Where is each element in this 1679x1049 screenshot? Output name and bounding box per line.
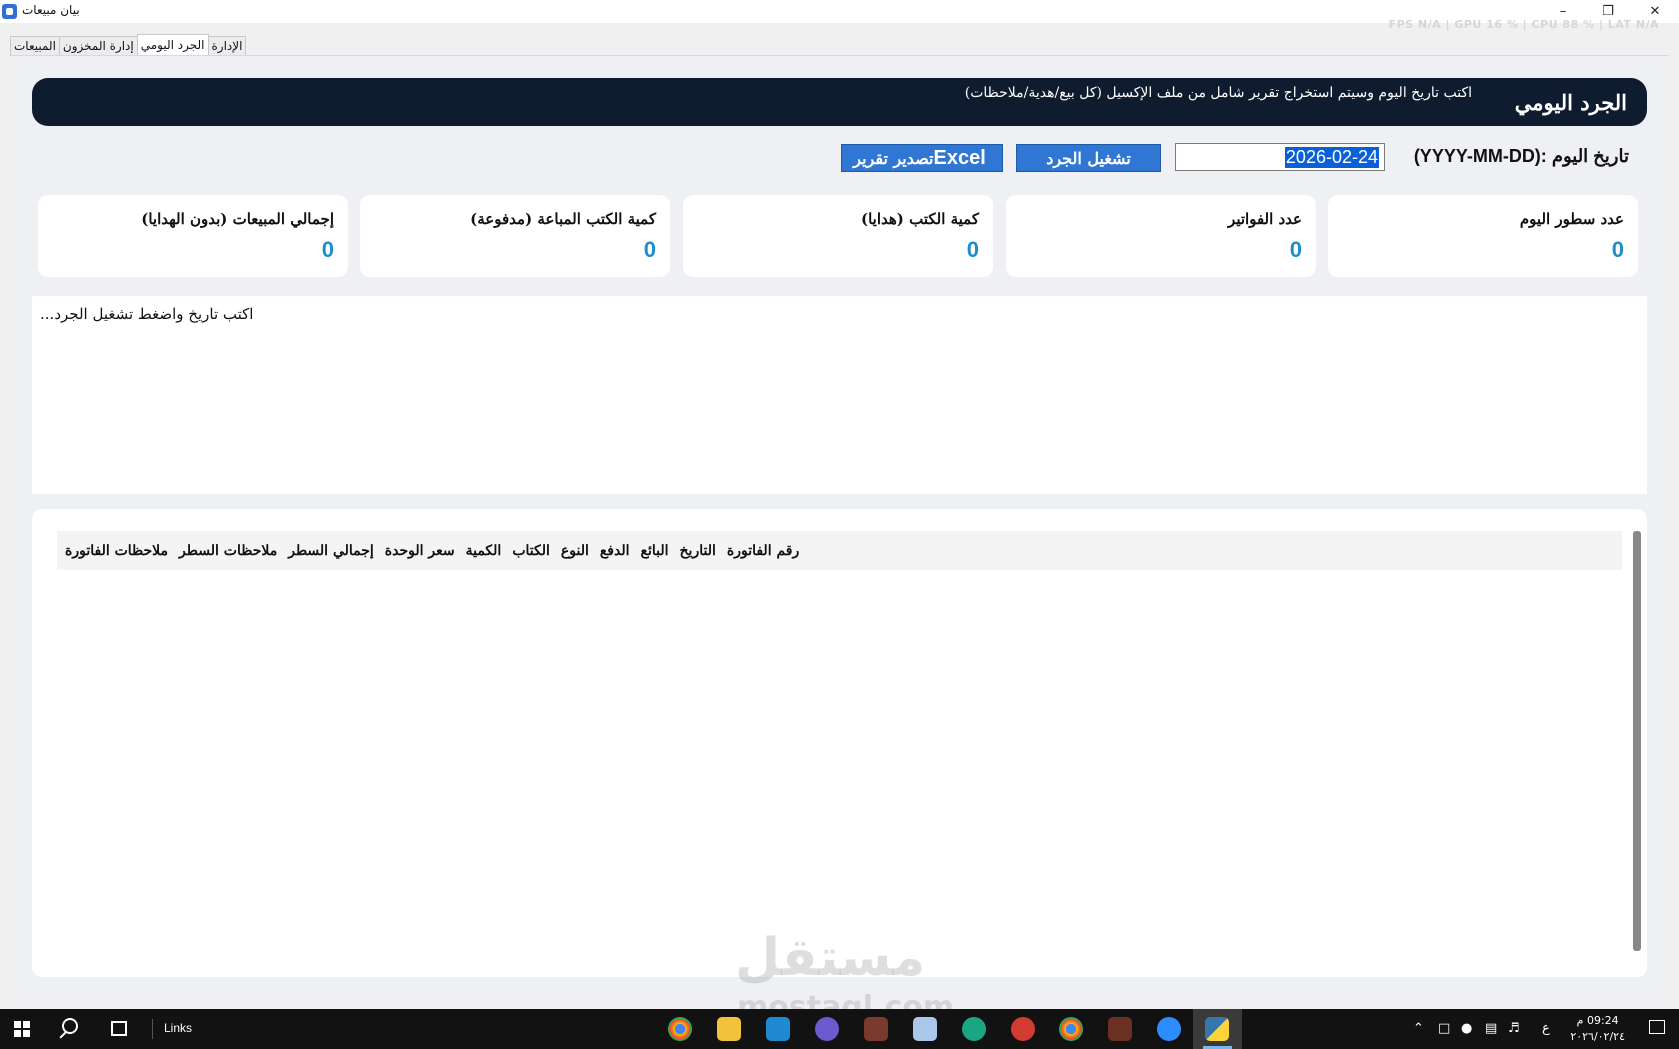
column-header[interactable]: سعر الوحدة [385, 543, 455, 559]
clock-time: 09:24 م [1576, 1014, 1619, 1027]
taskbar-divider [152, 1019, 153, 1039]
vpn-app-icon[interactable] [962, 1017, 986, 1041]
stat-value: 0 [1289, 237, 1302, 262]
stat-value: 0 [643, 237, 656, 262]
stat-card-total-sales: إجمالي المبيعات (بدون الهدايا) 0 [38, 195, 348, 277]
export-excel-word: Excel [933, 146, 986, 169]
meet-now-icon[interactable]: □ [1438, 1021, 1450, 1036]
window-title: بيان مبيعات [22, 3, 80, 17]
stat-card-day-rows: عدد سطور اليوم 0 [1328, 195, 1638, 277]
discord-icon[interactable] [815, 1017, 839, 1041]
stat-value: 0 [321, 237, 334, 262]
tab-inventory[interactable]: إدارة المخزون [58, 36, 138, 56]
column-header[interactable]: رقم الفاتورة [727, 543, 799, 559]
column-header[interactable]: النوع [561, 543, 589, 559]
network-icon[interactable]: ▤ [1485, 1021, 1497, 1036]
minimize-button[interactable]: – [1541, 0, 1585, 23]
column-header[interactable]: البائع [641, 543, 669, 559]
tab-admin[interactable]: الإدارة [207, 36, 247, 56]
stat-label: كمية الكتب المباعة (مدفوعة) [470, 210, 656, 228]
security-app-icon[interactable] [1011, 1017, 1035, 1041]
title-bar: بيان مبيعات FPS N/A | GPU 16 % | CPU 88 … [0, 0, 1679, 31]
stat-card-invoices: عدد الفواتير 0 [1006, 195, 1316, 277]
log-textarea[interactable]: ...اكتب تاريخ واضغط تشغيل الجرد [32, 296, 1647, 494]
file-explorer-icon[interactable] [717, 1017, 741, 1041]
tab-content: الجرد اليومي اكتب تاريخ اليوم وسيتم استخ… [11, 55, 1669, 1003]
stat-value: 0 [1611, 237, 1624, 262]
chrome-icon[interactable] [668, 1017, 692, 1041]
header-banner: الجرد اليومي اكتب تاريخ اليوم وسيتم استخ… [32, 78, 1647, 126]
column-header[interactable]: ملاحظات السطر [179, 543, 277, 559]
log-text: ...اكتب تاريخ واضغط تشغيل الجرد [40, 305, 254, 323]
column-header[interactable]: الكتاب [512, 543, 550, 559]
volume-icon[interactable]: ♬ [1508, 1021, 1520, 1036]
windows-start-icon[interactable] [14, 1021, 30, 1037]
report-table: رقم الفاتورة التاريخ البائع الدفع النوع … [32, 509, 1647, 977]
app-icon [2, 4, 17, 19]
date-input[interactable]: 2026-02-24 [1175, 143, 1385, 171]
stat-card-gift-books: كمية الكتب (هدايا) 0 [683, 195, 993, 277]
python-app-taskbar-item[interactable] [1193, 1009, 1242, 1049]
chevron-up-icon[interactable]: ⌃ [1413, 1021, 1424, 1036]
table-header: رقم الفاتورة التاريخ البائع الدفع النوع … [57, 531, 1622, 570]
vscode-icon[interactable] [766, 1017, 790, 1041]
stat-card-paid-books: كمية الكتب المباعة (مدفوعة) 0 [360, 195, 670, 277]
task-view-icon[interactable] [111, 1021, 127, 1036]
vertical-scrollbar[interactable] [1633, 531, 1641, 951]
tab-bar: المبيعات إدارة المخزون الجرد اليومي الإد… [10, 34, 247, 56]
zoom-icon[interactable] [1157, 1017, 1181, 1041]
game-app-2-icon[interactable] [1108, 1017, 1132, 1041]
date-input-value: 2026-02-24 [1284, 147, 1379, 168]
column-header[interactable]: الكمية [466, 543, 502, 559]
stat-label: عدد سطور اليوم [1519, 210, 1624, 228]
taskbar: Links ⌃ □ ● ▤ ♬ ع 09:24 م ٢٠٢٦/٠٢/٢٤ [0, 1009, 1679, 1049]
watermark-brand: مستقل [735, 928, 926, 988]
run-inventory-button[interactable]: تشغيل الجرد [1016, 144, 1161, 172]
stat-label: كمية الكتب (هدايا) [861, 210, 979, 228]
tab-sales[interactable]: المبيعات [10, 36, 60, 56]
stat-label: إجمالي المبيعات (بدون الهدايا) [141, 210, 334, 228]
search-icon[interactable] [62, 1018, 78, 1034]
date-label: (YYYY-MM-DD): تاريخ اليوم [1413, 146, 1629, 166]
clock-date: ٢٠٢٦/٠٢/٢٤ [1570, 1030, 1625, 1043]
tab-label: المبيعات [14, 39, 56, 53]
tab-label: إدارة المخزون [62, 39, 134, 53]
language-indicator[interactable]: ع [1542, 1021, 1550, 1036]
clock[interactable]: 09:24 م ٢٠٢٦/٠٢/٢٤ [1570, 1013, 1625, 1045]
column-header[interactable]: التاريخ [680, 543, 716, 559]
export-excel-button[interactable]: تصدير تقرير Excel [841, 144, 1003, 172]
stat-label: عدد الفواتير [1228, 210, 1302, 228]
close-button[interactable]: ✕ [1633, 0, 1677, 23]
column-header[interactable]: الدفع [600, 543, 630, 559]
links-toolbar[interactable]: Links [164, 1021, 192, 1035]
restore-button[interactable]: ❐ [1586, 0, 1630, 23]
game-app-icon[interactable] [864, 1017, 888, 1041]
notepad-icon[interactable] [913, 1017, 937, 1041]
microphone-icon[interactable]: ● [1461, 1021, 1472, 1036]
stat-value: 0 [966, 237, 979, 262]
tab-daily-inventory[interactable]: الجرد اليومي [136, 34, 209, 56]
column-header[interactable]: ملاحظات الفاتورة [65, 543, 168, 559]
run-inventory-label: تشغيل الجرد [1046, 148, 1131, 168]
page-subtitle: اكتب تاريخ اليوم وسيتم استخراج تقرير شام… [964, 85, 1472, 101]
page-title: الجرد اليومي [1514, 90, 1627, 115]
notification-icon[interactable] [1649, 1020, 1665, 1034]
python-icon [1205, 1017, 1229, 1041]
tab-label: الجرد اليومي [140, 38, 205, 52]
column-header[interactable]: إجمالي السطر [288, 543, 374, 559]
chrome-profile-icon[interactable] [1059, 1017, 1083, 1041]
tab-label: الإدارة [211, 39, 243, 53]
export-label: تصدير تقرير [853, 148, 934, 168]
